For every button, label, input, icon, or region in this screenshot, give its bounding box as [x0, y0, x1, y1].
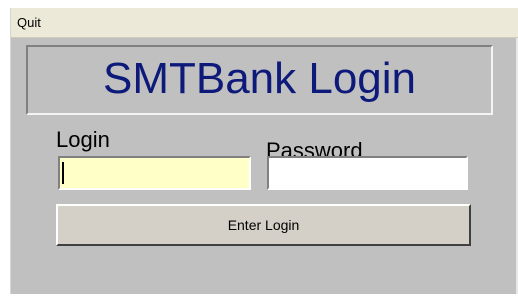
app-title: SMTBank Login: [102, 54, 417, 103]
title-panel: SMTBank Login: [26, 45, 493, 115]
text-caret: [62, 162, 64, 184]
enter-login-button[interactable]: Enter Login: [56, 204, 471, 246]
login-input[interactable]: [58, 156, 251, 190]
password-input[interactable]: [267, 156, 468, 190]
login-label: Login: [56, 127, 110, 152]
menu-bar: Quit: [11, 8, 518, 38]
menu-item-quit[interactable]: Quit: [13, 12, 45, 34]
